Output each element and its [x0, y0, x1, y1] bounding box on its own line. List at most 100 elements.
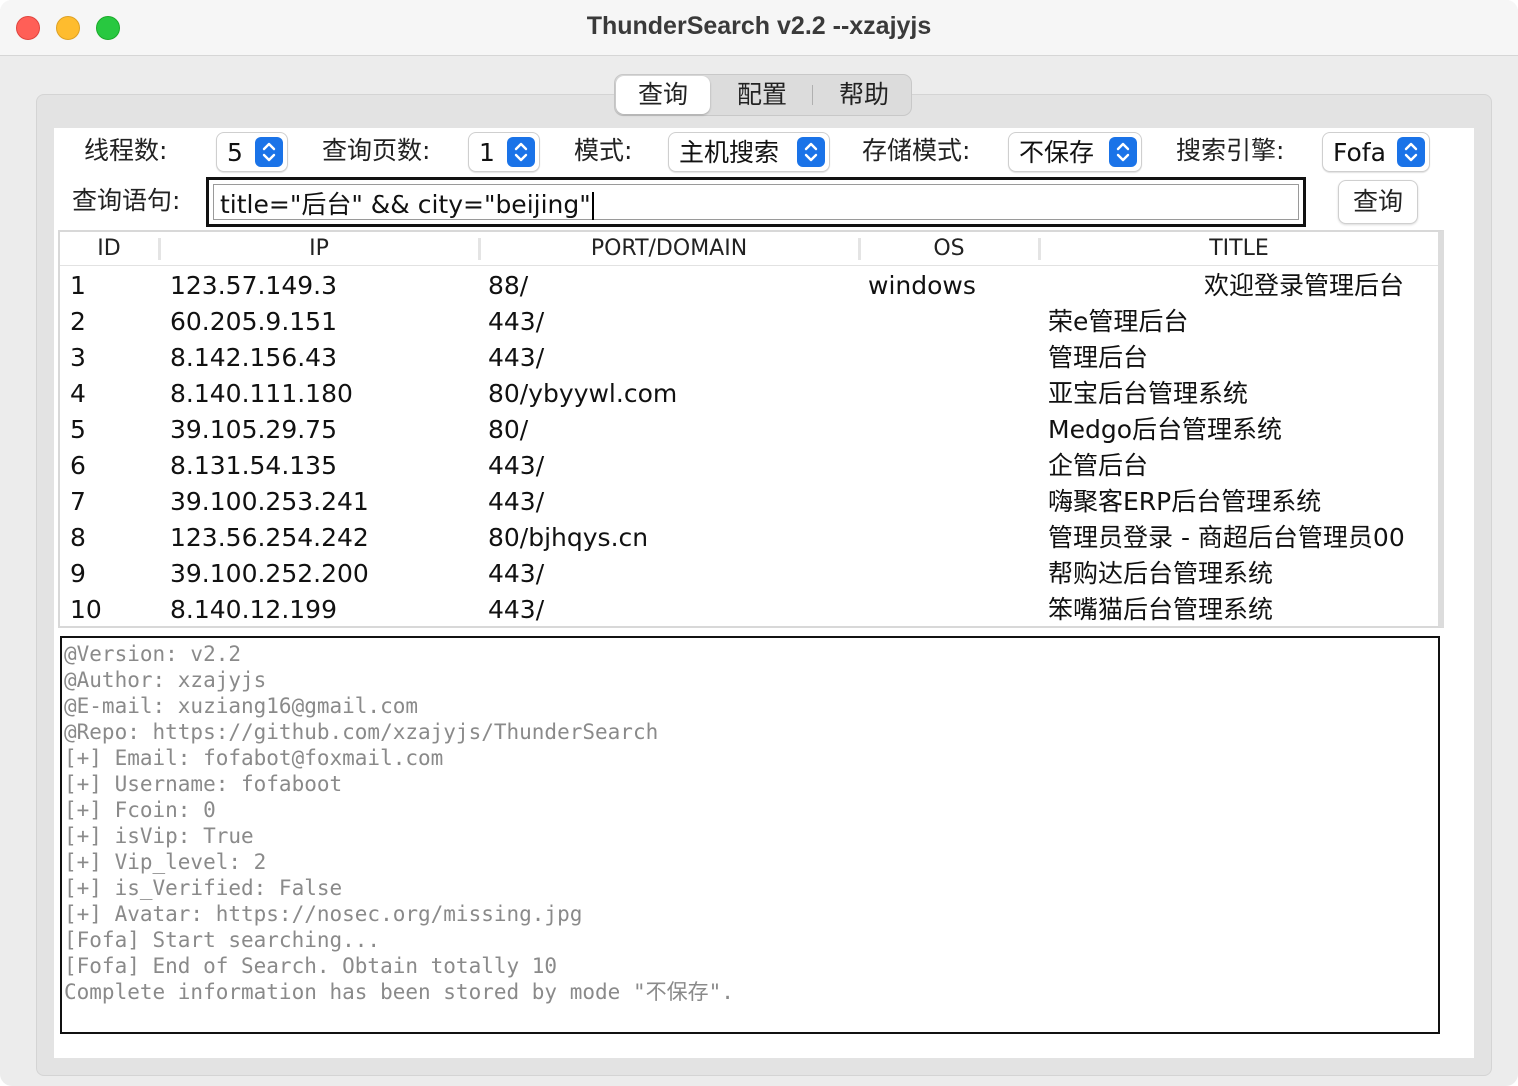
- log-line: @Author: xzajyjs: [64, 668, 267, 692]
- cell-title: 亚宝后台管理系统: [1048, 379, 1249, 408]
- tab-bar: 查询 配置 帮助: [614, 74, 912, 116]
- query-label: 查询语句:: [72, 186, 181, 215]
- cell-port: 88/: [488, 271, 529, 300]
- query-input-value: title="后台" && city="beijing": [220, 190, 591, 219]
- table-row[interactable]: 2 60.205.9.151 443/ 荣e管理后台: [60, 304, 1438, 340]
- window-title: ThunderSearch v2.2 --xzajyjs: [586, 12, 932, 40]
- cell-title: 管理后台: [1048, 343, 1149, 372]
- cell-id: 6: [70, 451, 86, 480]
- table-row[interactable]: 8 123.56.254.242 80/bjhqys.cn 管理员登录 - 商超…: [60, 520, 1438, 556]
- tab-divider: [812, 85, 813, 105]
- cell-ip: 60.205.9.151: [170, 307, 337, 336]
- cell-ip: 8.142.156.43: [170, 343, 337, 372]
- log-line: [+] Email: fofabot@foxmail.com: [64, 746, 444, 770]
- cell-id: 9: [70, 559, 86, 588]
- threads-select[interactable]: 5: [216, 132, 288, 172]
- query-input-field[interactable]: title="后台" && city="beijing": [213, 184, 1299, 220]
- engine-select[interactable]: Fofa: [1322, 132, 1430, 172]
- log-line: [+] Username: fofaboot: [64, 772, 343, 796]
- threads-stepper-icon: [255, 137, 283, 167]
- log-line: @Repo: https://github.com/xzajyjs/Thunde…: [64, 720, 659, 744]
- table-body: 1 123.57.149.3 88/ windows 欢迎登录管理后台 2 60…: [60, 268, 1438, 628]
- cell-id: 3: [70, 343, 86, 372]
- log-output[interactable]: @Version: v2.2 @Author: xzajyjs @E-mail:…: [60, 636, 1440, 1034]
- threads-label: 线程数:: [84, 136, 168, 165]
- log-line: [Fofa] End of Search. Obtain totally 10: [64, 954, 558, 978]
- cell-port: 443/: [488, 559, 545, 588]
- column-header-os[interactable]: OS: [860, 236, 1038, 262]
- search-button[interactable]: 查询: [1338, 180, 1418, 224]
- cell-ip: 39.105.29.75: [170, 415, 337, 444]
- mode-stepper-icon: [797, 137, 825, 167]
- table-row[interactable]: 7 39.100.253.241 443/ 嗨聚客ERP后台管理系统: [60, 484, 1438, 520]
- table-row[interactable]: 4 8.140.111.180 80/ybyywl.com 亚宝后台管理系统: [60, 376, 1438, 412]
- results-table[interactable]: ID IP PORT/DOMAIN OS TITLE 1 123.57.149.…: [58, 230, 1444, 628]
- cell-ip: 123.56.254.242: [170, 523, 369, 552]
- storage-select[interactable]: 不保存: [1008, 132, 1142, 172]
- cell-id: 2: [70, 307, 86, 336]
- cell-port: 443/: [488, 343, 545, 372]
- threads-value: 5: [227, 138, 243, 167]
- column-header-title[interactable]: TITLE: [1040, 236, 1438, 262]
- cell-port: 80/: [488, 415, 529, 444]
- column-header-port[interactable]: PORT/DOMAIN: [480, 236, 858, 262]
- log-line: Complete information has been stored by …: [64, 980, 734, 1004]
- cell-port: 80/ybyywl.com: [488, 379, 678, 408]
- cell-ip: 39.100.253.241: [170, 487, 369, 516]
- tab-help[interactable]: 帮助: [817, 76, 911, 114]
- engine-stepper-icon: [1397, 137, 1425, 167]
- engine-value: Fofa: [1333, 138, 1386, 167]
- table-row[interactable]: 5 39.105.29.75 80/ Medgo后台管理系统: [60, 412, 1438, 448]
- log-line: [+] is_Verified: False: [64, 876, 343, 900]
- table-header: ID IP PORT/DOMAIN OS TITLE: [60, 232, 1438, 266]
- pages-value: 1: [479, 138, 495, 167]
- cell-ip: 8.140.12.199: [170, 595, 337, 624]
- cell-ip: 8.131.54.135: [170, 451, 337, 480]
- table-row[interactable]: 9 39.100.252.200 443/ 帮购达后台管理系统: [60, 556, 1438, 592]
- cell-title: 帮购达后台管理系统: [1048, 559, 1274, 588]
- cell-port: 443/: [488, 307, 545, 336]
- cell-os: windows: [868, 271, 976, 300]
- cell-title: 企管后台: [1048, 451, 1149, 480]
- mode-value: 主机搜索: [679, 138, 780, 167]
- tab-query[interactable]: 查询: [616, 76, 710, 114]
- log-line: [Fofa] Start searching...: [64, 928, 381, 952]
- storage-stepper-icon: [1109, 137, 1137, 167]
- cell-ip: 123.57.149.3: [170, 271, 337, 300]
- cell-port: 443/: [488, 487, 545, 516]
- storage-label: 存储模式:: [862, 136, 971, 165]
- query-input[interactable]: title="后台" && city="beijing": [206, 177, 1306, 227]
- mode-label: 模式:: [574, 136, 633, 165]
- cell-title: 笨嘴猫后台管理系统: [1048, 595, 1274, 624]
- table-row[interactable]: 10 8.140.12.199 443/ 笨嘴猫后台管理系统: [60, 592, 1438, 628]
- log-line: [+] Avatar: https://nosec.org/missing.jp…: [64, 902, 583, 926]
- log-line: @E-mail: xuziang16@gmail.com: [64, 694, 419, 718]
- mode-select[interactable]: 主机搜索: [668, 132, 830, 172]
- log-line: [+] Vip_level: 2: [64, 850, 267, 874]
- cell-port: 443/: [488, 595, 545, 624]
- cell-id: 1: [70, 271, 86, 300]
- cell-title: 管理员登录 - 商超后台管理员00: [1048, 523, 1405, 552]
- engine-label: 搜索引擎:: [1176, 136, 1285, 165]
- table-row[interactable]: 3 8.142.156.43 443/ 管理后台: [60, 340, 1438, 376]
- column-header-id[interactable]: ID: [60, 236, 158, 262]
- pages-select[interactable]: 1: [468, 132, 540, 172]
- tab-config[interactable]: 配置: [715, 76, 809, 114]
- log-line: [+] Fcoin: 0: [64, 798, 216, 822]
- cell-title: 嗨聚客ERP后台管理系统: [1048, 487, 1322, 516]
- title-bar: ThunderSearch v2.2 --xzajyjs: [0, 0, 1518, 56]
- cell-id: 4: [70, 379, 86, 408]
- table-row[interactable]: 6 8.131.54.135 443/ 企管后台: [60, 448, 1438, 484]
- cell-title: 荣e管理后台: [1048, 307, 1189, 336]
- cell-title: 欢迎登录管理后台: [1203, 271, 1404, 300]
- cell-id: 10: [70, 595, 102, 624]
- cell-port: 80/bjhqys.cn: [488, 523, 649, 552]
- cell-ip: 39.100.252.200: [170, 559, 369, 588]
- column-header-ip[interactable]: IP: [160, 236, 478, 262]
- cell-port: 443/: [488, 451, 545, 480]
- log-lines: @Version: v2.2 @Author: xzajyjs @E-mail:…: [64, 641, 734, 1005]
- log-line: @Version: v2.2: [64, 642, 242, 666]
- query-input-text: title="后台" && city="beijing": [220, 189, 594, 221]
- table-row[interactable]: 1 123.57.149.3 88/ windows 欢迎登录管理后台: [60, 268, 1438, 304]
- pages-label: 查询页数:: [322, 136, 431, 165]
